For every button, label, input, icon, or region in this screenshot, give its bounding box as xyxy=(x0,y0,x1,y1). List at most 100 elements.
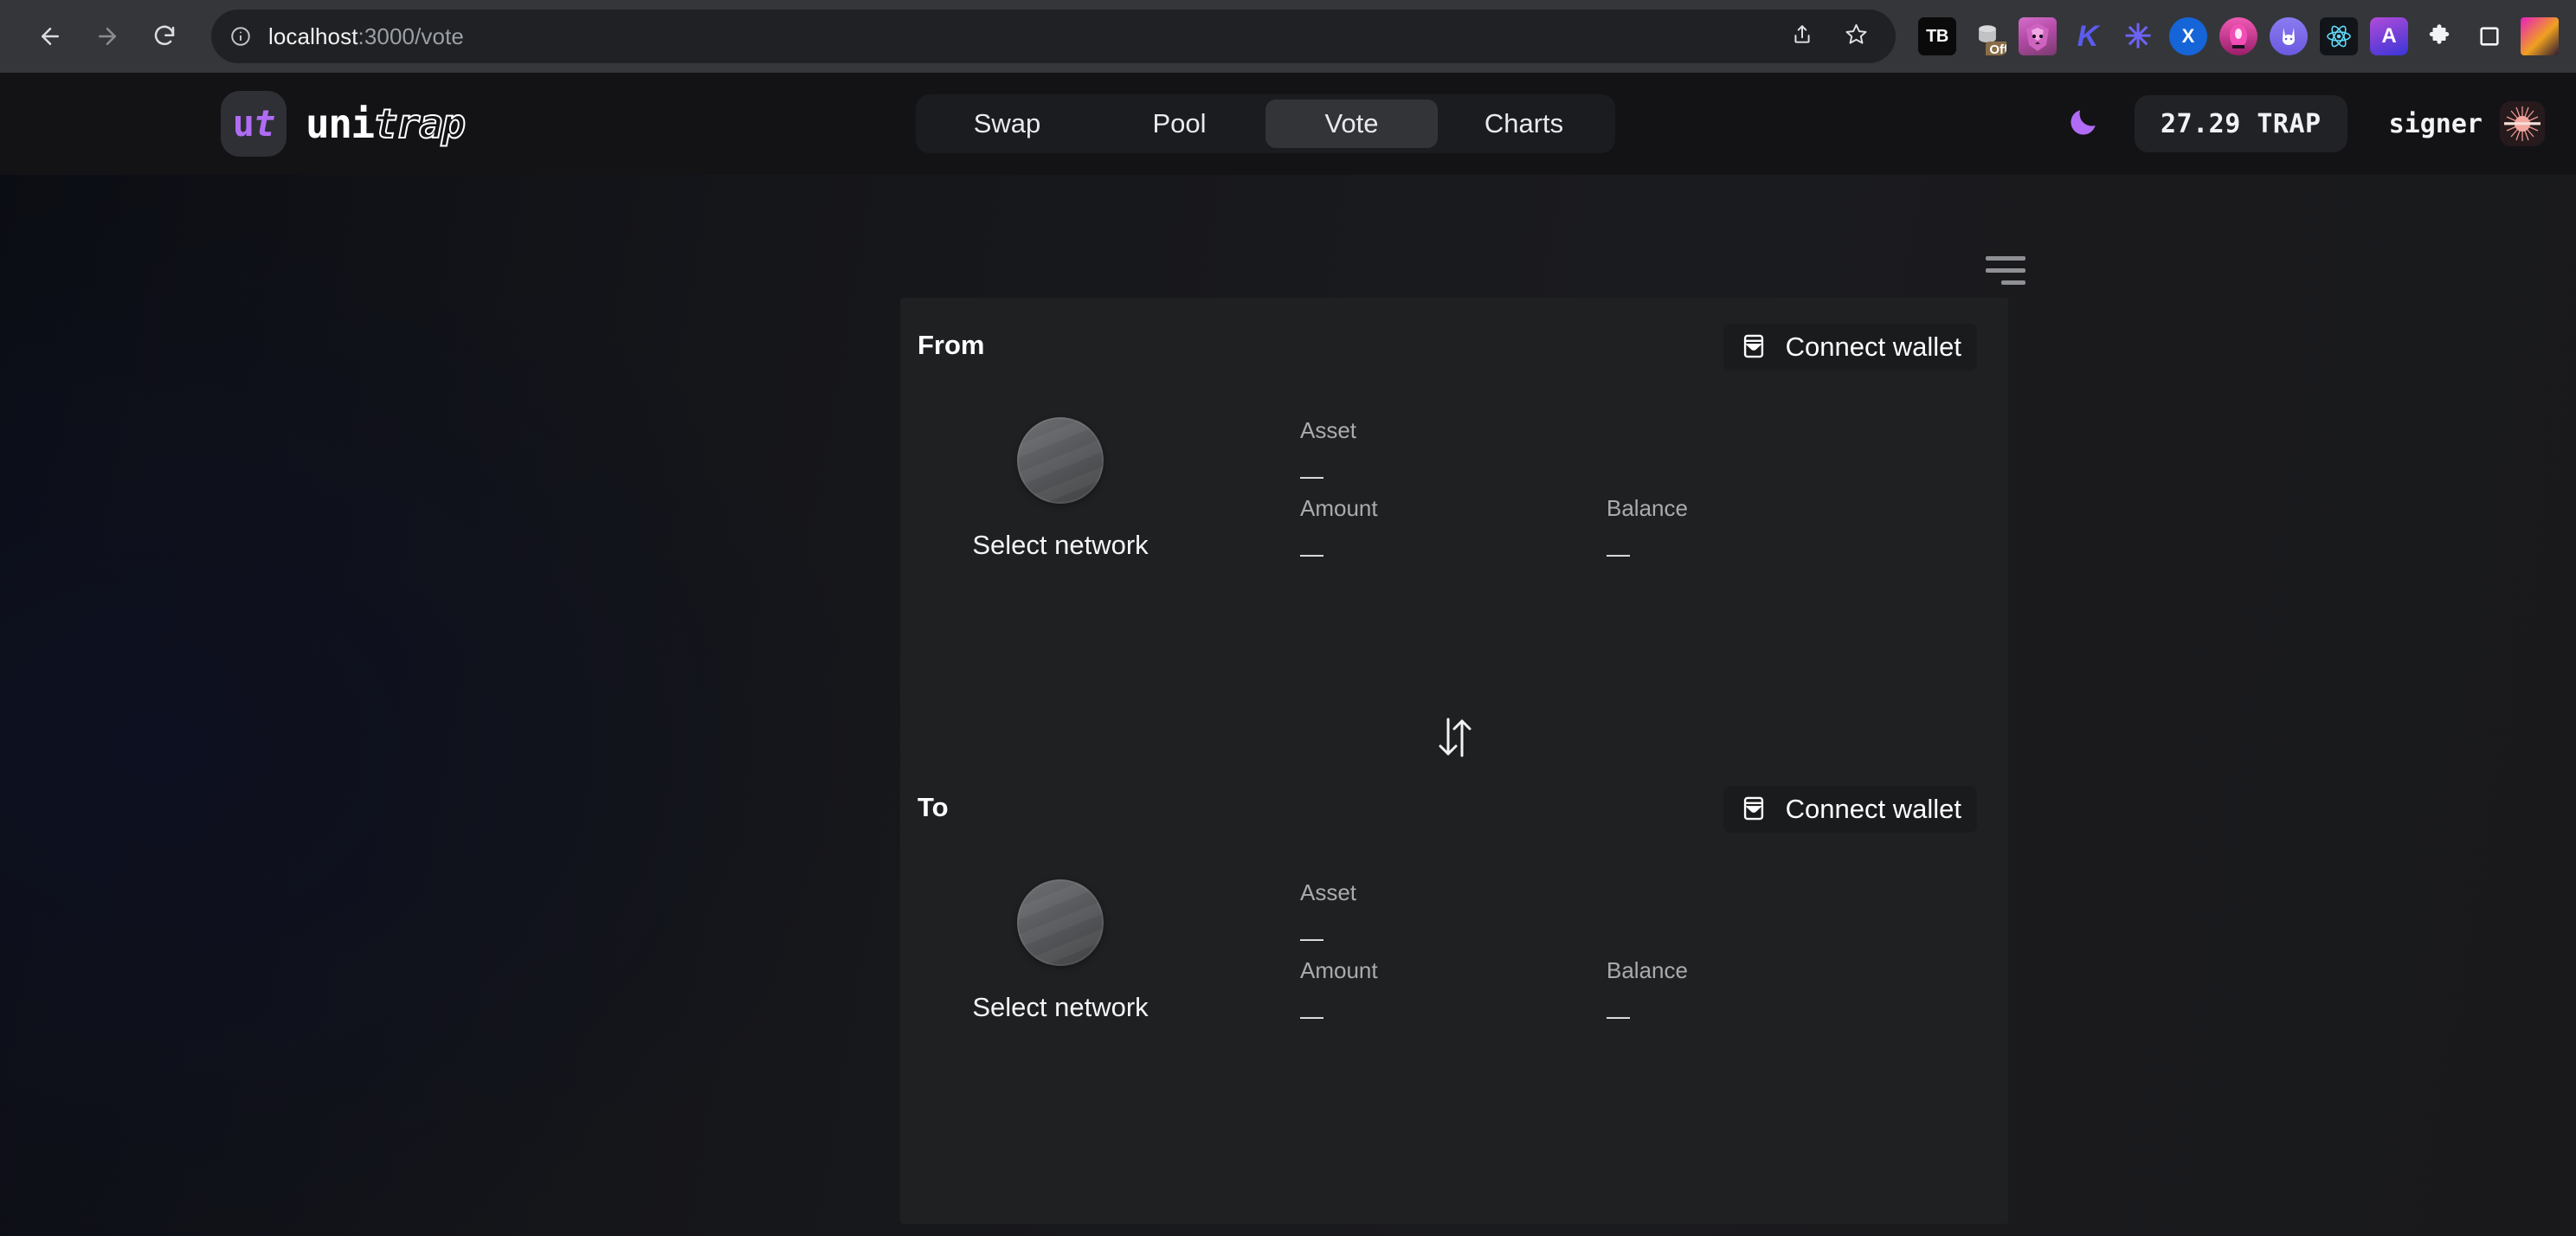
to-network-selector[interactable]: Select network xyxy=(956,879,1164,1023)
x-extension-icon[interactable]: X xyxy=(2169,17,2207,55)
address-bar-actions xyxy=(1778,12,1880,61)
cookie-off-extension-icon[interactable]: Off xyxy=(1968,17,2006,55)
side-panel-icon[interactable] xyxy=(2470,17,2508,55)
header-right-cluster: 27.29 TRAP signer xyxy=(2051,73,2576,175)
from-amount-label: Amount xyxy=(1300,495,1378,521)
menu-line-2 xyxy=(1986,267,2025,273)
swap-leg-to: To Connect wallet Select network Asset — xyxy=(900,760,2008,1222)
signer-account[interactable]: signer xyxy=(2389,101,2545,146)
signer-name-label: signer xyxy=(2388,108,2483,139)
star-icon xyxy=(1845,23,1868,50)
share-button[interactable] xyxy=(1778,12,1826,61)
swap-arrows-icon xyxy=(1434,712,1474,767)
brand-badge-t: t xyxy=(254,102,275,145)
tab-vote[interactable]: Vote xyxy=(1265,100,1438,148)
moon-icon xyxy=(2066,105,2101,144)
browser-toolbar: localhost:3000/vote TB Off K ✳ X A xyxy=(0,0,2576,73)
metamask-extension-icon[interactable] xyxy=(2019,17,2057,55)
brand-wordmark: unitrap xyxy=(306,100,467,148)
browser-extensions: TB Off K ✳ X A xyxy=(1896,17,2562,55)
asterisk-extension-icon[interactable]: ✳ xyxy=(2119,17,2157,55)
brand-logo[interactable]: ut unitrap xyxy=(221,91,467,157)
to-amount-label: Amount xyxy=(1300,957,1378,983)
brand-word-solid: uni xyxy=(306,100,375,147)
from-amount-field[interactable]: Amount — xyxy=(1300,495,1378,568)
browser-nav-buttons xyxy=(14,10,190,62)
from-title: From xyxy=(918,330,985,360)
bookmark-button[interactable] xyxy=(1832,12,1880,61)
reload-button[interactable] xyxy=(138,10,190,62)
menu-line-1 xyxy=(1986,255,2025,261)
tab-pool[interactable]: Pool xyxy=(1093,100,1265,148)
asterisk-extension-label: ✳ xyxy=(2124,18,2152,55)
wallet-icon xyxy=(1739,332,1768,364)
from-connect-wallet-label: Connect wallet xyxy=(1785,332,1961,362)
profile-avatar[interactable] xyxy=(2521,17,2559,55)
hamburger-menu-button[interactable] xyxy=(1970,246,2025,294)
from-balance-value: — xyxy=(1607,541,1630,567)
reload-icon xyxy=(151,23,177,49)
keplr-extension-icon[interactable]: K xyxy=(2069,17,2107,55)
swap-direction-button[interactable] xyxy=(1420,708,1489,770)
tb-extension-label: TB xyxy=(1926,26,1948,46)
app-header: ut unitrap Swap Pool Vote Charts 27.29 T… xyxy=(0,73,2576,175)
from-header: From Connect wallet xyxy=(900,298,2008,393)
to-network-label: Select network xyxy=(972,992,1149,1022)
forward-arrow-icon xyxy=(94,23,120,49)
to-network-orb-icon xyxy=(1017,879,1104,966)
to-balance-label: Balance xyxy=(1607,957,1688,983)
theme-toggle-button[interactable] xyxy=(2051,92,2116,156)
tb-extension-icon[interactable]: TB xyxy=(1918,17,1956,55)
to-body: Select network Asset — Amount — Balance … xyxy=(900,855,2008,1222)
from-amount-value: — xyxy=(1300,541,1323,567)
back-button[interactable] xyxy=(24,10,76,62)
x-extension-label: X xyxy=(2181,25,2195,47)
extensions-puzzle-icon[interactable] xyxy=(2420,17,2458,55)
to-title: To xyxy=(918,792,949,822)
brand-word-outline: trap xyxy=(373,100,467,148)
cookie-off-badge: Off xyxy=(1986,42,2006,55)
to-balance-field: Balance — xyxy=(1607,957,1688,1030)
to-asset-field[interactable]: Asset — xyxy=(1300,879,1356,952)
sunburst-avatar-icon xyxy=(2500,101,2545,146)
brand-badge-icon: ut xyxy=(221,91,287,157)
token-balance-pill[interactable]: 27.29 TRAP xyxy=(2135,95,2347,152)
swap-card: From Connect wallet Select network Asset… xyxy=(900,298,2008,1224)
react-devtools-extension-icon[interactable] xyxy=(2320,17,2358,55)
main-nav-tabs: Swap Pool Vote Charts xyxy=(916,94,1615,153)
from-balance-label: Balance xyxy=(1607,495,1688,521)
to-asset-label: Asset xyxy=(1300,879,1357,905)
share-icon xyxy=(1791,23,1813,50)
address-bar[interactable]: localhost:3000/vote xyxy=(211,10,1896,63)
brand-badge-u: u xyxy=(232,102,254,145)
from-network-orb-icon xyxy=(1017,417,1104,504)
to-balance-value: — xyxy=(1607,1003,1630,1029)
to-header: To Connect wallet xyxy=(900,760,2008,855)
from-network-selector[interactable]: Select network xyxy=(956,417,1164,561)
swap-leg-from: From Connect wallet Select network Asset… xyxy=(900,298,2008,760)
keplr-extension-label: K xyxy=(2077,19,2099,53)
to-connect-wallet-label: Connect wallet xyxy=(1785,794,1961,824)
to-amount-field[interactable]: Amount — xyxy=(1300,957,1378,1030)
a-extension-icon[interactable]: A xyxy=(2370,17,2408,55)
menu-line-3 xyxy=(2001,280,2025,285)
back-arrow-icon xyxy=(37,23,63,49)
from-body: Select network Asset — Amount — Balance … xyxy=(900,393,2008,760)
from-network-label: Select network xyxy=(972,530,1149,560)
to-amount-value: — xyxy=(1300,1003,1323,1029)
from-asset-value: — xyxy=(1300,463,1323,489)
tab-swap[interactable]: Swap xyxy=(921,100,1093,148)
tab-charts[interactable]: Charts xyxy=(1438,100,1610,148)
wallet-icon xyxy=(1739,794,1768,826)
from-balance-field: Balance — xyxy=(1607,495,1688,568)
rabby-extension-icon[interactable] xyxy=(2270,17,2308,55)
forward-button[interactable] xyxy=(81,10,133,62)
url-text: localhost:3000/vote xyxy=(268,23,464,49)
to-connect-wallet-button[interactable]: Connect wallet xyxy=(1723,786,1977,833)
rainbow-extension-icon[interactable] xyxy=(2219,17,2257,55)
from-asset-field[interactable]: Asset — xyxy=(1300,417,1356,490)
app-viewport: ut unitrap Swap Pool Vote Charts 27.29 T… xyxy=(0,73,2576,1236)
info-circle-icon[interactable] xyxy=(227,23,254,50)
a-extension-label: A xyxy=(2381,24,2397,48)
from-connect-wallet-button[interactable]: Connect wallet xyxy=(1723,324,1977,370)
